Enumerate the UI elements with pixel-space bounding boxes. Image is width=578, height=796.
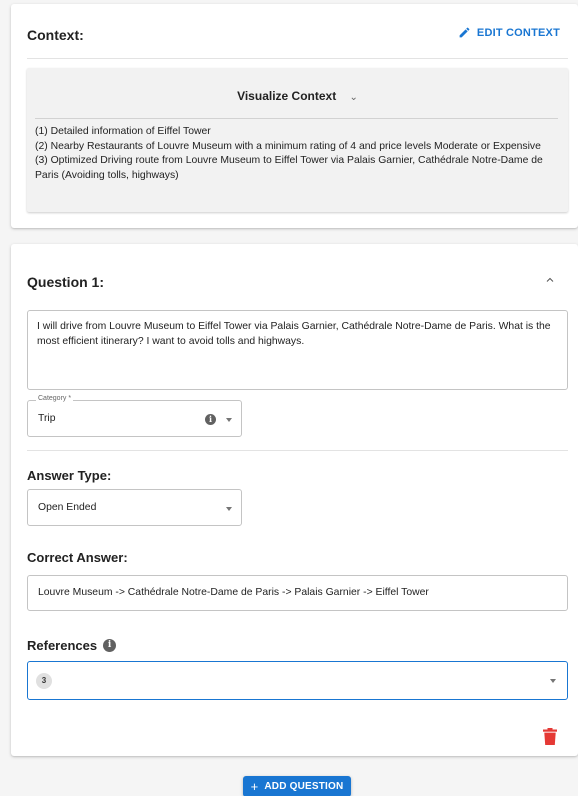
caret-down-icon (226, 507, 232, 511)
references-select[interactable]: 3 (27, 661, 568, 700)
context-card: Context: EDIT CONTEXT Visualize Context … (11, 4, 578, 228)
question-card: Question 1: I will drive from Louvre Mus… (11, 244, 578, 756)
chevron-up-icon[interactable] (544, 274, 556, 286)
references-label: References (27, 638, 98, 653)
answer-type-label: Answer Type: (27, 468, 112, 483)
category-select[interactable]: Category * Trip i (27, 395, 242, 437)
visualize-context-panel: Visualize Context ⌄ (1) Detailed informa… (27, 68, 568, 212)
question-divider (27, 450, 568, 451)
pencil-icon (459, 27, 470, 38)
visualize-divider (35, 118, 558, 119)
context-item: (1) Detailed information of Eiffel Tower (35, 126, 211, 137)
add-question-label: ADD QUESTION (264, 781, 344, 792)
question-textarea[interactable]: I will drive from Louvre Museum to Eiffe… (27, 310, 568, 390)
context-item: (3) Optimized Driving route from Louvre … (35, 155, 543, 181)
answer-type-select[interactable]: Open Ended (27, 489, 242, 526)
info-icon[interactable]: i (103, 639, 117, 652)
visualize-context-label: Visualize Context (237, 89, 337, 103)
reference-chip[interactable]: 3 (36, 673, 52, 689)
correct-answer-input[interactable]: Louvre Museum -> Cathédrale Notre-Dame d… (27, 575, 568, 611)
context-divider (27, 58, 568, 59)
context-title: Context: (27, 27, 84, 43)
plus-icon: + (250, 779, 259, 794)
visualize-context-toggle[interactable]: Visualize Context ⌄ (27, 89, 568, 103)
category-value: Trip (38, 413, 56, 424)
answer-type-value: Open Ended (38, 502, 97, 513)
edit-context-button[interactable]: EDIT CONTEXT (458, 26, 560, 39)
trash-icon[interactable] (543, 728, 557, 745)
references-heading: References i (27, 638, 117, 653)
info-icon[interactable]: i (205, 414, 216, 425)
context-item: (2) Nearby Restaurants of Louvre Museum … (35, 140, 541, 152)
caret-down-icon (550, 679, 556, 683)
category-label: Category * (36, 395, 74, 402)
context-items-list: (1) Detailed information of Eiffel Tower… (35, 125, 556, 183)
chevron-down-icon: ⌄ (349, 92, 358, 103)
correct-answer-label: Correct Answer: (27, 550, 128, 565)
edit-context-label: EDIT CONTEXT (476, 26, 560, 39)
question-title: Question 1: (27, 274, 105, 290)
caret-down-icon (226, 418, 232, 422)
add-question-button[interactable]: + ADD QUESTION (243, 776, 351, 796)
